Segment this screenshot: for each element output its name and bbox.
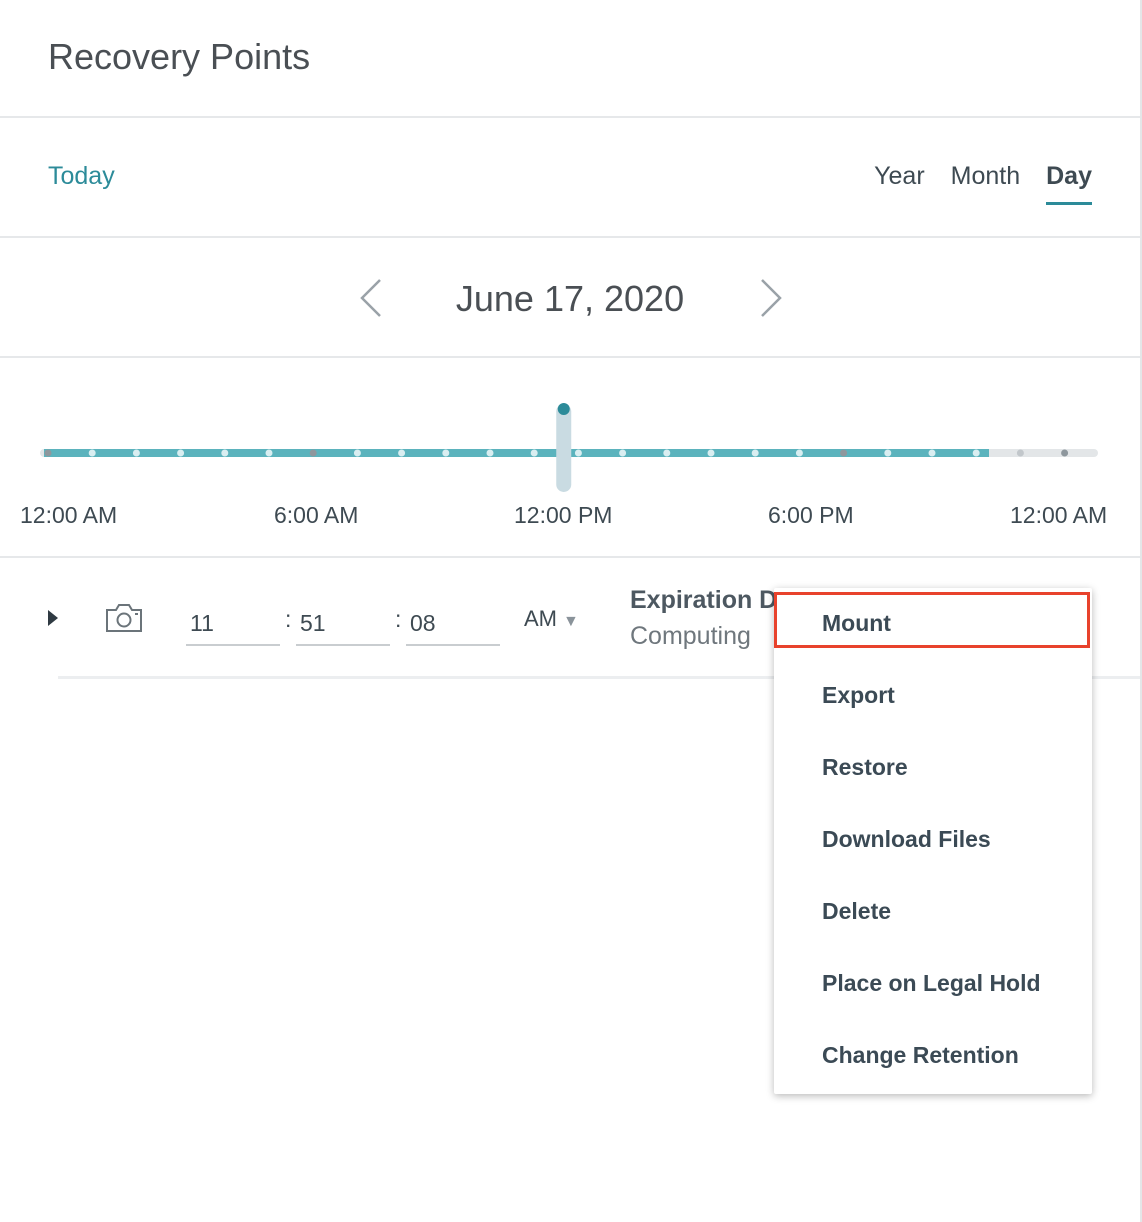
timeline-dot[interactable] (88, 449, 96, 457)
timeline-selected-point[interactable] (557, 403, 570, 415)
snapshot-camera-icon (104, 602, 144, 634)
time-separator: : (395, 606, 402, 632)
timeline-dot[interactable] (972, 449, 980, 457)
timeline-dot[interactable] (177, 449, 185, 457)
highlight-box (774, 592, 1090, 648)
timeline-dot[interactable] (574, 449, 582, 457)
current-date: June 17, 2020 (455, 278, 685, 319)
hour-value: 11 (190, 609, 214, 636)
expiration-date-value: Computing (630, 622, 751, 650)
menu-item-change-retention[interactable]: Change Retention (822, 1042, 1019, 1069)
divider (0, 356, 1140, 358)
timeline-dot[interactable] (840, 449, 848, 457)
timeline-selection-handle[interactable] (556, 404, 572, 492)
timeline-dot[interactable] (221, 449, 229, 457)
timeline-dot[interactable] (1061, 449, 1069, 457)
timeline-dot[interactable] (44, 449, 52, 457)
timeline-label-end: 12:00 AM (1010, 502, 1108, 528)
timeline-dot[interactable] (530, 449, 538, 457)
timeline-dot[interactable] (795, 449, 803, 457)
timeline-dot[interactable] (663, 449, 671, 457)
timeline-dot[interactable] (884, 449, 892, 457)
today-button[interactable]: Today (48, 162, 115, 191)
meridiem-select[interactable]: AM ▼ (524, 606, 579, 632)
minute-value: 51 (300, 609, 326, 636)
timeline-dot[interactable] (707, 449, 715, 457)
timeline-dot[interactable] (619, 449, 627, 457)
timeline-label-noon: 12:00 PM (514, 502, 613, 528)
timeline-label-start: 12:00 AM (20, 502, 118, 528)
recovery-point-actions-menu: Mount Export Restore Download Files Dele… (774, 588, 1092, 1094)
timeline-label-6am: 6:00 AM (274, 502, 359, 528)
menu-item-legal-hold[interactable]: Place on Legal Hold (822, 970, 1041, 997)
menu-item-export[interactable]: Export (822, 682, 895, 709)
timeline-dot[interactable] (132, 449, 140, 457)
tab-day[interactable]: Day (1046, 162, 1092, 205)
menu-item-download-files[interactable]: Download Files (822, 826, 991, 853)
page-title: Recovery Points (48, 36, 311, 77)
tab-month[interactable]: Month (951, 162, 1020, 205)
tab-year[interactable]: Year (874, 162, 925, 205)
timeline-dot[interactable] (309, 449, 317, 457)
timeline-dot[interactable] (398, 449, 406, 457)
timeline-dot[interactable] (353, 449, 361, 457)
timeline-dot[interactable] (751, 449, 759, 457)
hour-field[interactable]: 11 (186, 602, 280, 646)
menu-item-restore[interactable]: Restore (822, 754, 908, 781)
recovery-timeline[interactable] (0, 380, 1140, 500)
timeline-dot[interactable] (486, 449, 494, 457)
time-separator: : (285, 606, 292, 632)
view-tabs: Year Month Day (874, 162, 1092, 205)
divider (0, 556, 1140, 558)
timeline-dot[interactable] (928, 449, 936, 457)
timeline-dot[interactable] (1016, 449, 1024, 457)
chevron-left-icon (360, 279, 381, 317)
meridiem-value: AM (524, 606, 557, 631)
timeline-dot[interactable] (442, 449, 450, 457)
next-day-button[interactable] (750, 276, 790, 320)
previous-day-button[interactable] (352, 276, 392, 320)
timeline-dot[interactable] (265, 449, 273, 457)
divider (0, 116, 1140, 118)
menu-item-delete[interactable]: Delete (822, 898, 891, 925)
timeline-label-6pm: 6:00 PM (768, 502, 854, 528)
divider (0, 236, 1140, 238)
caret-right-icon (48, 610, 58, 626)
expiration-date-label: Expiration Date (630, 586, 780, 614)
second-value: 08 (410, 609, 436, 636)
chevron-right-icon (761, 279, 782, 317)
expand-row-button[interactable] (44, 608, 62, 628)
caret-down-icon: ▼ (563, 613, 579, 630)
minute-field[interactable]: 51 (296, 602, 390, 646)
second-field[interactable]: 08 (406, 602, 500, 646)
